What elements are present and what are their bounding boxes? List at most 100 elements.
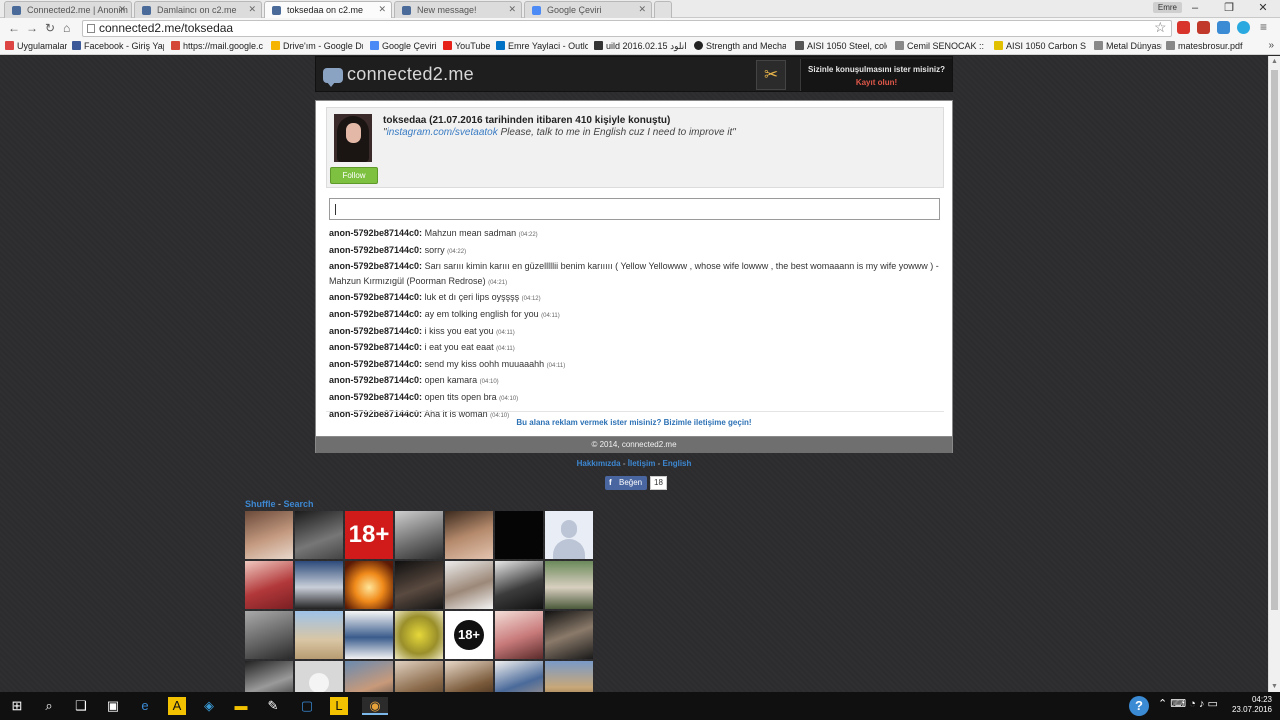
abp-extension-icon[interactable] <box>1197 21 1210 34</box>
user-thumbnail[interactable] <box>395 511 443 559</box>
shuffle-link[interactable]: Shuffle <box>245 499 276 509</box>
page-scrollbar[interactable]: ▲ ▼ <box>1268 56 1280 692</box>
user-thumbnail[interactable] <box>445 511 493 559</box>
user-thumbnail[interactable] <box>545 611 593 659</box>
keyboard-icon[interactable]: ⌨ <box>1170 698 1186 710</box>
register-link[interactable]: Kayıt olun! <box>801 78 952 87</box>
bookmark-gmail[interactable]: https://mail.google.co <box>171 41 263 51</box>
store-icon[interactable]: ▣ <box>104 697 122 715</box>
search-icon[interactable]: ⌕ <box>40 697 58 715</box>
user-thumbnail[interactable] <box>545 561 593 609</box>
app-blue-icon[interactable]: ▢ <box>298 697 316 715</box>
notification-icon[interactable]: ▭ <box>1208 698 1218 710</box>
bookmark-matesbrosur[interactable]: matesbrosur.pdf <box>1166 41 1244 51</box>
chevron-up-icon[interactable]: ⌃ <box>1158 698 1167 710</box>
user-thumbnail[interactable]: 18+ <box>445 611 493 659</box>
maximize-icon[interactable]: ❐ <box>1212 0 1246 18</box>
user-thumbnail[interactable] <box>245 661 293 692</box>
bookmark-outlook[interactable]: Emre Yaylaci - Outloo <box>496 41 588 51</box>
user-thumbnail[interactable] <box>295 611 343 659</box>
reload-icon[interactable]: ↻ <box>45 21 55 35</box>
tab-close-icon[interactable]: ✕ <box>508 4 516 15</box>
network-icon[interactable]: ◔ <box>1189 698 1196 710</box>
user-thumbnail[interactable] <box>495 611 543 659</box>
bookmark-star-icon[interactable]: ☆ <box>1154 19 1167 36</box>
home-icon[interactable]: ⌂ <box>63 21 70 35</box>
address-bar[interactable]: connected2.me/toksedaa <box>82 20 1172 37</box>
app-a-icon[interactable]: A <box>168 697 186 715</box>
advertise-link[interactable]: Bu alana reklam vermek ister misiniz? Bi… <box>316 418 952 427</box>
contact-link[interactable]: İletişim <box>628 459 656 468</box>
user-thumbnail[interactable] <box>295 511 343 559</box>
message-input[interactable] <box>329 198 940 220</box>
bookmark-download[interactable]: uild 2016.02.15 دانلود <box>594 41 686 52</box>
app-cad-icon[interactable]: ✎ <box>264 697 282 715</box>
user-thumbnail[interactable] <box>245 511 293 559</box>
bookmarks-more-button[interactable]: » <box>1268 40 1274 51</box>
chrome-icon[interactable]: ◉ <box>362 697 388 715</box>
tab-damlainci[interactable]: Damlaincı on c2.me ✕ <box>134 1 262 18</box>
download-extension-icon[interactable] <box>1217 21 1230 34</box>
tab-close-icon[interactable]: ✕ <box>118 4 126 15</box>
bookmark-apps[interactable]: Uygulamalar <box>5 41 67 51</box>
app-l-icon[interactable]: L <box>330 697 348 715</box>
language-link[interactable]: English <box>663 459 692 468</box>
clock[interactable]: 04:23 23.07.2016 <box>1232 695 1272 715</box>
facebook-like-button[interactable]: Beğen <box>605 476 648 490</box>
user-thumbnail[interactable] <box>295 661 343 692</box>
user-thumbnail[interactable] <box>345 561 393 609</box>
minimize-icon[interactable]: – <box>1178 0 1212 18</box>
help-icon[interactable]: ? <box>1129 696 1149 716</box>
user-thumbnail[interactable] <box>345 611 393 659</box>
bookmark-facebook[interactable]: Facebook - Giriş Yap <box>72 41 164 51</box>
scrollbar-thumb[interactable] <box>1271 70 1278 610</box>
tab-close-icon[interactable]: ✕ <box>638 4 646 15</box>
task-view-icon[interactable]: ❑ <box>72 697 90 715</box>
settings-tools-button[interactable]: ✂ <box>756 60 786 90</box>
bookmark-aisi-carbon[interactable]: AISI 1050 Carbon Stee <box>994 41 1086 51</box>
profile-avatar[interactable] <box>334 114 372 162</box>
scroll-up-icon[interactable]: ▲ <box>1271 58 1278 65</box>
user-thumbnail[interactable] <box>295 561 343 609</box>
adblock-extension-icon[interactable] <box>1177 21 1190 34</box>
user-thumbnail[interactable] <box>245 611 293 659</box>
default-avatar-thumbnail[interactable] <box>545 511 593 559</box>
menu-icon[interactable]: ≡ <box>1257 21 1270 34</box>
volume-icon[interactable]: ♪ <box>1199 698 1205 710</box>
user-thumbnail[interactable] <box>495 561 543 609</box>
instagram-link[interactable]: instagram.com/svetaatok <box>387 127 498 138</box>
user-thumbnail[interactable] <box>495 511 543 559</box>
tab-close-icon[interactable]: ✕ <box>378 4 386 15</box>
user-thumbnail[interactable] <box>395 561 443 609</box>
bookmark-metal-dunyasi[interactable]: Metal Dünyası <box>1094 41 1162 51</box>
user-thumbnail[interactable] <box>545 661 593 692</box>
search-link[interactable]: Search <box>284 499 314 509</box>
edge-icon[interactable]: e <box>136 697 154 715</box>
windows-start-icon[interactable]: ⊞ <box>8 697 26 715</box>
tab-new-message[interactable]: New message! ✕ <box>394 1 522 18</box>
user-thumbnail[interactable]: 18+ <box>345 511 393 559</box>
bookmark-translate[interactable]: Google Çeviri <box>370 41 446 51</box>
tab-google-translate[interactable]: Google Çeviri ✕ <box>524 1 652 18</box>
tab-close-icon[interactable]: ✕ <box>248 4 256 15</box>
user-thumbnail[interactable] <box>345 661 393 692</box>
bookmark-youtube[interactable]: YouTube <box>443 41 493 51</box>
site-logo[interactable]: connected2.me <box>347 64 474 85</box>
bookmark-strength[interactable]: Strength and Mechan <box>694 41 786 51</box>
bookmark-drive[interactable]: Drive'ım - Google Dri <box>271 41 363 51</box>
user-thumbnail[interactable] <box>395 661 443 692</box>
user-thumbnail[interactable] <box>245 561 293 609</box>
tab-connected2[interactable]: Connected2.me | Anonim ✕ <box>4 1 132 18</box>
tab-toksedaa[interactable]: toksedaa on c2.me ✕ <box>264 1 392 18</box>
user-thumbnail[interactable] <box>445 661 493 692</box>
about-link[interactable]: Hakkımızda <box>577 459 621 468</box>
network-app-icon[interactable]: ◈ <box>200 697 218 715</box>
back-icon[interactable]: ← <box>8 21 20 35</box>
skype-extension-icon[interactable] <box>1237 21 1250 34</box>
user-thumbnail[interactable] <box>445 561 493 609</box>
bookmark-cemil-senocak[interactable]: Cemil SENOCAK :: IS <box>895 41 987 51</box>
close-window-icon[interactable]: ✕ <box>1246 0 1280 18</box>
user-thumbnail[interactable] <box>395 611 443 659</box>
new-tab-button[interactable] <box>654 1 672 18</box>
scroll-down-icon[interactable]: ▼ <box>1271 683 1278 690</box>
